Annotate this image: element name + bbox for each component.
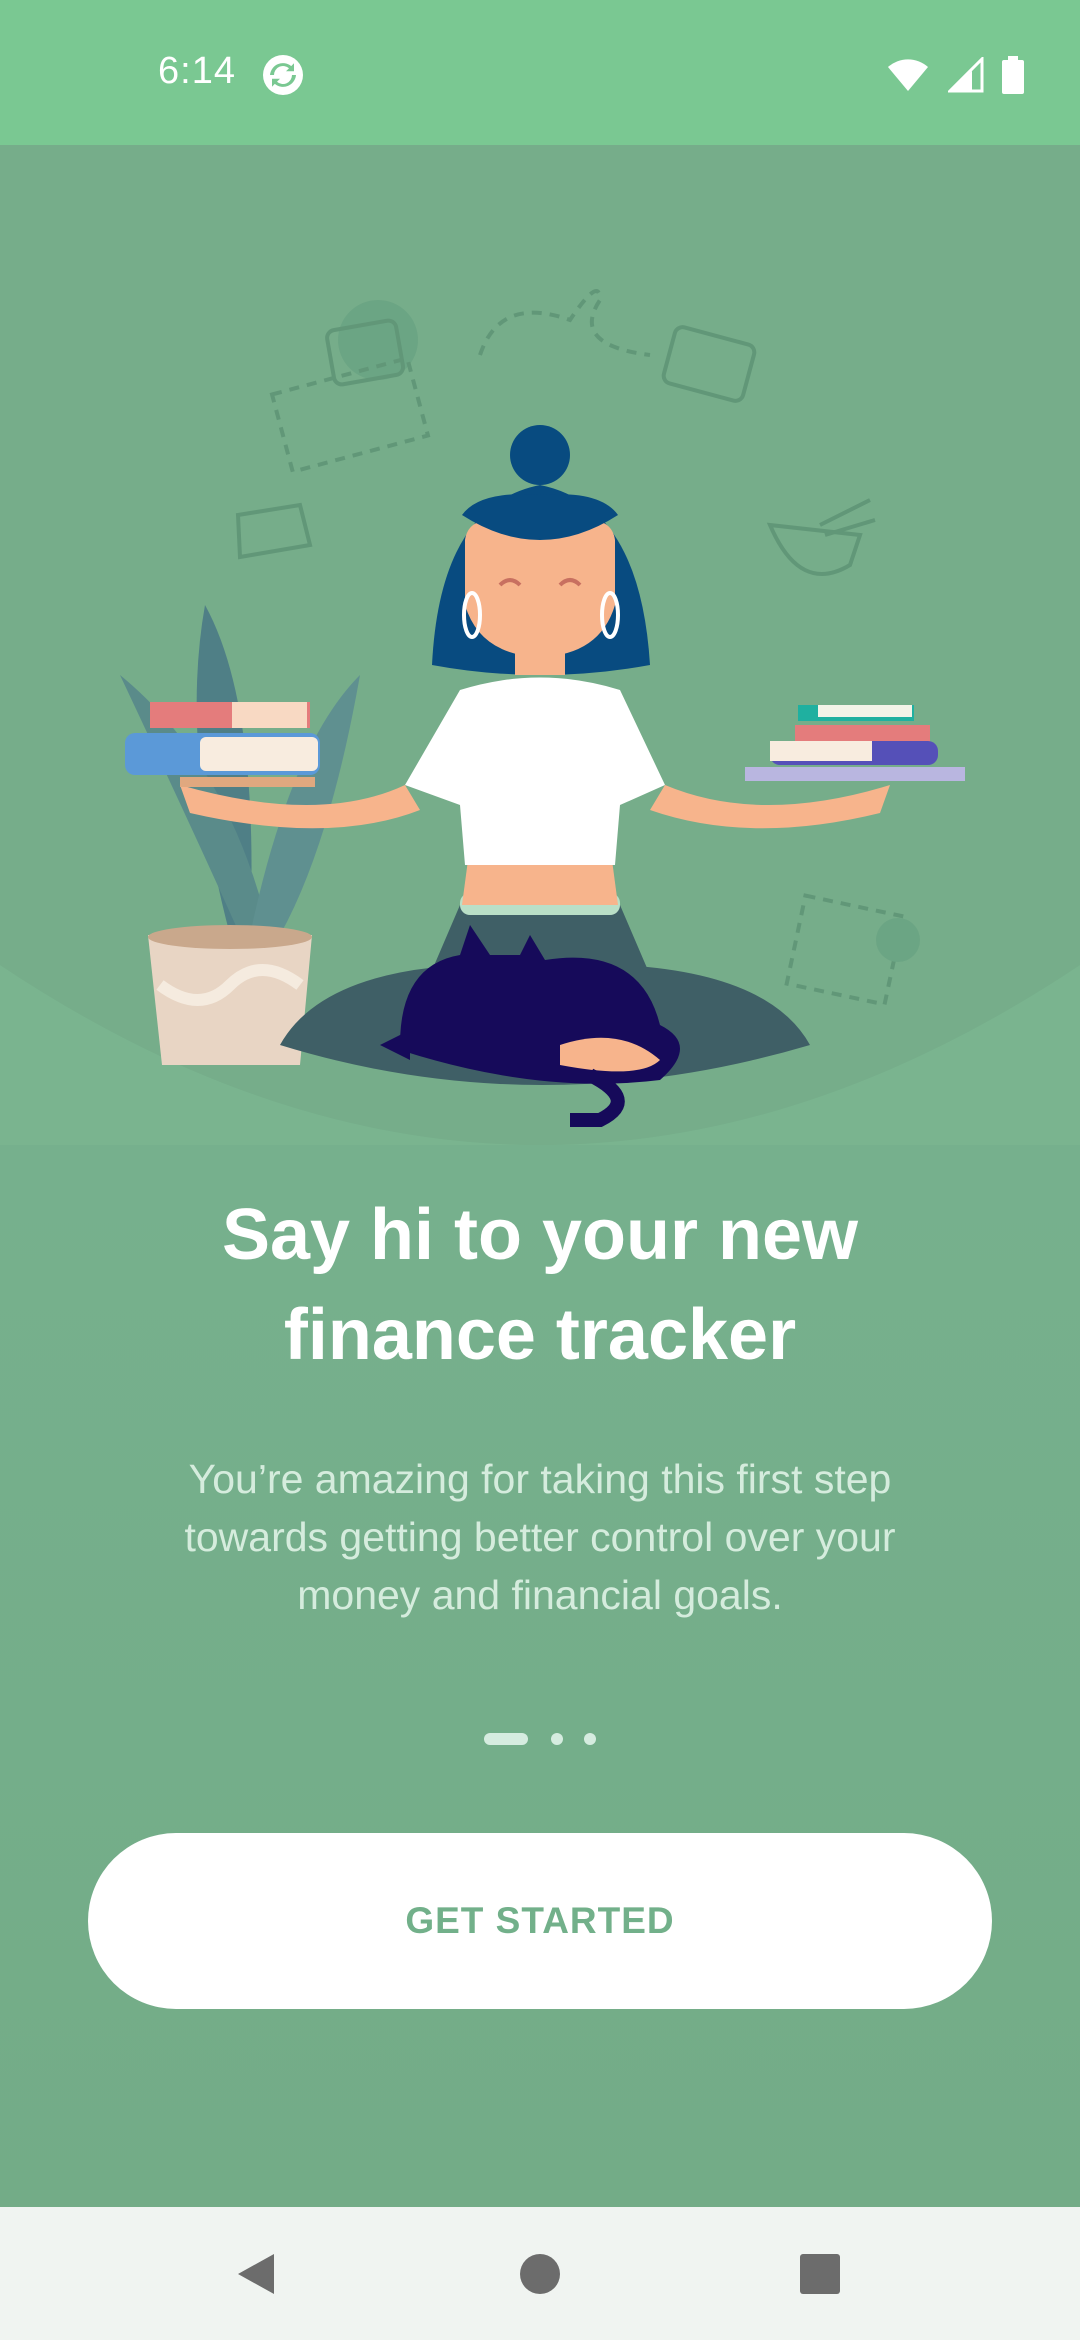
description-line-1: You’re amazing for taking this first ste…: [188, 1456, 892, 1502]
nav-recents-button[interactable]: [760, 2207, 880, 2340]
wifi-icon: [888, 59, 928, 91]
page-indicator: [0, 1733, 1080, 1753]
status-time: 6:14: [158, 50, 236, 92]
nav-home-button[interactable]: [480, 2207, 600, 2340]
description-line-3: money and financial goals.: [297, 1572, 783, 1618]
recents-icon: [800, 2253, 840, 2294]
battery-icon: [1002, 56, 1024, 94]
get-started-button[interactable]: GET STARTED: [88, 1833, 992, 2009]
headline-line-1: Say hi to your new: [221, 1195, 859, 1275]
page-indicator-dot-active: [484, 1733, 528, 1745]
status-icons: [886, 52, 1024, 98]
status-bar: 6:14: [0, 0, 1080, 145]
nav-back-button[interactable]: [196, 2207, 316, 2340]
meditating-woman-balancing-books-illustration: [0, 145, 1080, 1145]
onboarding-screen: Say hi to your new finance tracker You’r…: [0, 145, 1080, 2207]
onboarding-headline: Say hi to your new finance tracker: [80, 1185, 1000, 1385]
sync-app-icon: [263, 55, 303, 95]
page-indicator-dot: [551, 1733, 563, 1745]
description-line-2: towards getting better control over your: [184, 1514, 896, 1560]
headline-line-2: finance tracker: [283, 1295, 797, 1375]
onboarding-description: You’re amazing for taking this first ste…: [110, 1450, 970, 1624]
back-icon: [238, 2253, 274, 2294]
page-indicator-dot: [584, 1733, 596, 1745]
cell-signal-icon: [948, 57, 984, 93]
home-icon: [520, 2253, 560, 2294]
system-nav-bar: [0, 2207, 1080, 2340]
